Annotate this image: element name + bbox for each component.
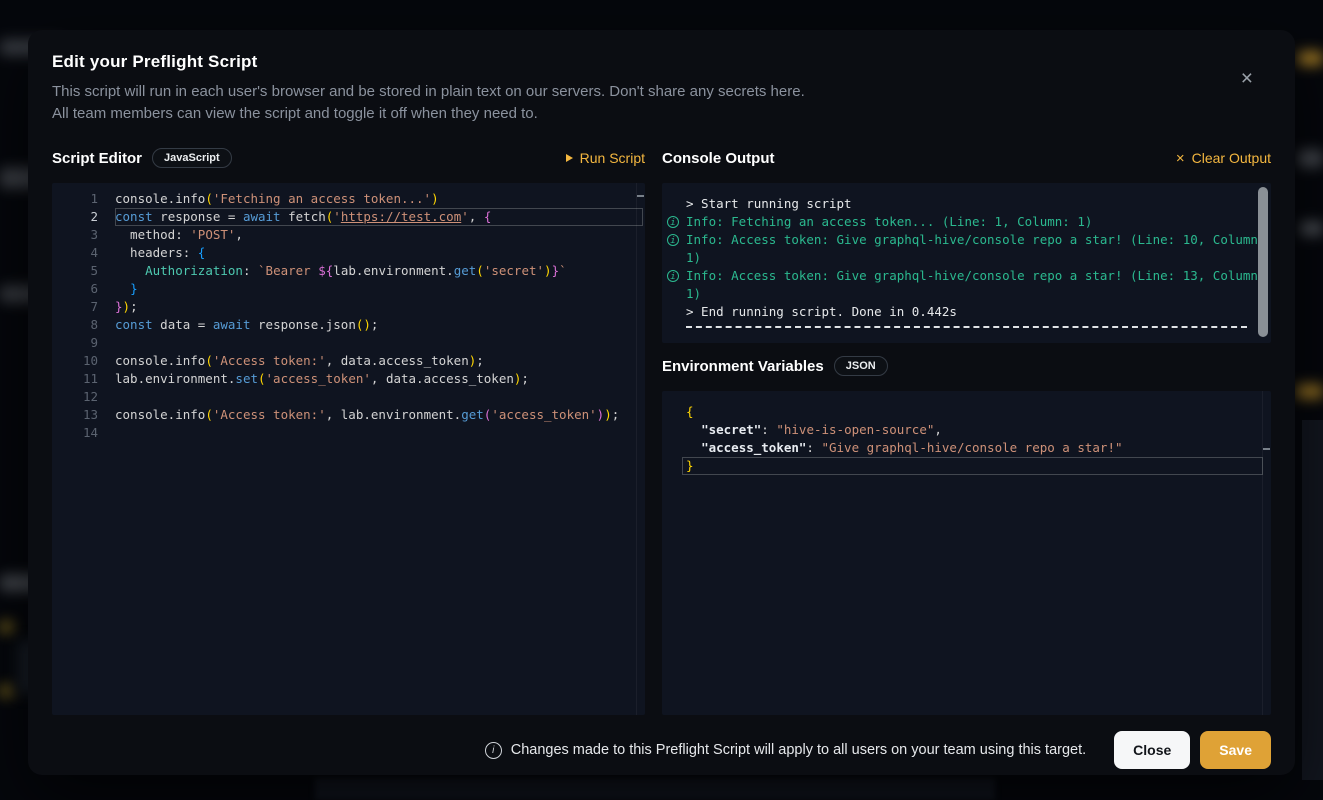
line-number: 14 [52,424,115,442]
console-separator [686,326,1247,328]
backdrop-blur-element [1298,150,1323,167]
run-script-button[interactable]: Run Script [566,150,645,166]
backdrop-blur-element [1300,222,1323,235]
info-circle-icon: i [667,270,679,282]
backdrop-blur-element [1296,385,1323,398]
info-circle-icon: i [667,234,679,246]
save-button[interactable]: Save [1200,731,1271,769]
line-number: 10 [52,352,115,370]
editor-line-4[interactable]: 4 headers: { [52,244,645,262]
script-editor-heading: Script Editor [52,150,142,167]
line-number: 5 [52,262,115,280]
editor-line-1[interactable]: 1console.info('Fetching an access token.… [52,190,645,208]
close-icon[interactable]: × [1241,68,1253,89]
editor-line-13[interactable]: 13console.info('Access token:', lab.envi… [52,406,645,424]
console-output-heading: Console Output [662,150,775,167]
editor-line-6[interactable]: 6 } [52,280,645,298]
line-number: 4 [52,244,115,262]
editor-line-12[interactable]: 12 [52,388,645,406]
backdrop-blur-element [0,686,13,696]
editor-line-10[interactable]: 10console.info('Access token:', data.acc… [52,352,645,370]
overview-ruler-mark [637,195,644,197]
console-output: > Start running scriptiInfo: Fetching an… [662,183,1271,343]
dialog-description: This script will run in each user's brow… [52,81,1271,125]
info-icon: i [485,742,502,759]
backdrop-blur-element [1298,52,1323,65]
env-line-2[interactable]: "secret": "hive-is-open-source", [662,421,1271,439]
editor-line-2[interactable]: 2const response = await fetch('https://t… [52,208,645,226]
line-number: 3 [52,226,115,244]
line-number: 9 [52,334,115,352]
run-script-label: Run Script [580,150,645,166]
clear-output-label: Clear Output [1192,150,1271,166]
editor-line-7[interactable]: 7}); [52,298,645,316]
console-line: iInfo: Fetching an access token... (Line… [662,213,1271,231]
script-editor[interactable]: 1console.info('Fetching an access token.… [52,183,645,715]
env-line-4[interactable]: } [662,457,1271,475]
console-line: iInfo: Access token: Give graphql-hive/c… [662,267,1271,303]
language-badge: JavaScript [152,148,232,168]
editor-line-3[interactable]: 3 method: 'POST', [52,226,645,244]
backdrop-table-strip [315,778,995,800]
line-number: 8 [52,316,115,334]
close-button[interactable]: Close [1114,731,1190,769]
footer-note: i Changes made to this Preflight Script … [485,742,1086,759]
description-line-1: This script will run in each user's brow… [52,81,1271,103]
line-number: 7 [52,298,115,316]
dialog-title: Edit your Preflight Script [52,30,1271,72]
scrollbar-thumb[interactable] [1258,187,1268,337]
json-badge: JSON [834,356,888,376]
play-icon [566,154,573,162]
editor-line-5[interactable]: 5 Authorization: `Bearer ${lab.environme… [52,262,645,280]
editor-line-9[interactable]: 9 [52,334,645,352]
clear-output-button[interactable]: × Clear Output [1176,150,1271,166]
preflight-script-dialog: × Edit your Preflight Script This script… [28,30,1295,775]
backdrop-panel-edge [1302,420,1323,780]
console-line: iInfo: Access token: Give graphql-hive/c… [662,231,1271,267]
environment-variables-editor[interactable]: { "secret": "hive-is-open-source", "acce… [662,391,1271,715]
console-line: > End running script. Done in 0.442s [662,303,1271,321]
env-line-3[interactable]: "access_token": "Give graphql-hive/conso… [662,439,1271,457]
line-number: 13 [52,406,115,424]
environment-variables-heading: Environment Variables [662,358,824,375]
line-number: 2 [52,208,115,226]
line-number: 1 [52,190,115,208]
line-number: 6 [52,280,115,298]
overview-ruler-mark [1263,448,1270,450]
info-circle-icon: i [667,216,679,228]
console-line: > Start running script [662,195,1271,213]
env-line-1[interactable]: { [662,403,1271,421]
footer-note-text: Changes made to this Preflight Script wi… [511,742,1086,758]
clear-icon: × [1176,151,1185,166]
editor-line-11[interactable]: 11lab.environment.set('access_token', da… [52,370,645,388]
editor-line-14[interactable]: 14 [52,424,645,442]
backdrop-blur-element [0,622,13,632]
line-number: 12 [52,388,115,406]
editor-line-8[interactable]: 8const data = await response.json(); [52,316,645,334]
description-line-2: All team members can view the script and… [52,103,1271,125]
line-number: 11 [52,370,115,388]
